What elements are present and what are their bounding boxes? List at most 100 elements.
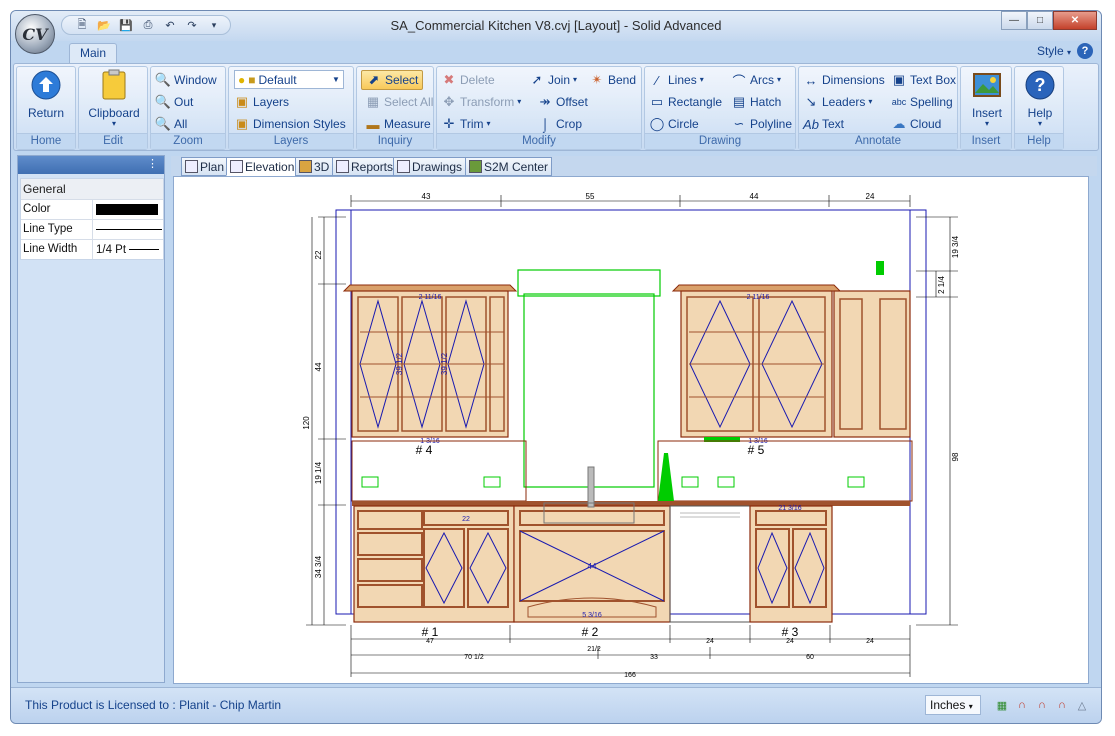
- title-bar: SA_Commercial Kitchen V8.cvj [Layout] - …: [11, 11, 1101, 41]
- line-type-value[interactable]: [93, 220, 163, 239]
- range-hood[interactable]: [517, 269, 661, 488]
- rectangle-button[interactable]: ▭ Rectangle: [649, 92, 722, 112]
- property-key: Color: [21, 200, 93, 219]
- open-folder-icon[interactable]: 📂: [94, 16, 114, 34]
- tab-reports[interactable]: Reports: [332, 157, 398, 176]
- crop-button[interactable]: ⌡ Crop: [537, 114, 582, 134]
- circle-button[interactable]: ◯ Circle: [649, 114, 699, 134]
- base-cabinet-2[interactable]: [513, 466, 671, 623]
- zoom-window-button[interactable]: 🔍 Window: [155, 70, 217, 90]
- style-menu[interactable]: Style ▾: [1037, 44, 1071, 58]
- tab-main[interactable]: Main: [69, 43, 117, 64]
- rectangle-icon: ▭: [650, 94, 664, 109]
- dim-label: 39 1/2: [395, 352, 404, 375]
- tab-label: Plan: [200, 159, 225, 174]
- zoom-all-label: All: [174, 117, 188, 131]
- close-button[interactable]: ✕: [1053, 11, 1097, 30]
- dim-label: 55: [586, 192, 595, 201]
- upper-cabinet-5[interactable]: [671, 261, 911, 442]
- chevron-down-icon: ▾: [968, 702, 973, 711]
- object-snap-icon[interactable]: ∩: [1033, 696, 1051, 714]
- clipboard-button[interactable]: Clipboard ▾: [88, 69, 140, 128]
- hatch-button[interactable]: ▤ Hatch: [731, 92, 782, 112]
- layer-dropdown[interactable]: ● ■ Default ▼: [234, 70, 344, 89]
- help-button[interactable]: ? Help ▾: [1016, 69, 1064, 128]
- transform-button[interactable]: ✥ Transform ▾: [441, 92, 522, 112]
- line-width-value[interactable]: 1/4 Pt: [93, 240, 163, 259]
- base-cabinet-3[interactable]: [749, 505, 833, 623]
- panel-grip[interactable]: ⋮: [18, 156, 164, 174]
- return-button[interactable]: Return: [22, 69, 70, 120]
- top-dimension: [350, 195, 911, 207]
- new-file-icon[interactable]: 🗎: [72, 16, 92, 34]
- property-row-color[interactable]: Color: [21, 199, 163, 219]
- help-label: Help: [1027, 106, 1053, 120]
- property-row-line-width[interactable]: Line Width 1/4 Pt: [21, 239, 163, 259]
- insert-button[interactable]: Insert ▾: [963, 69, 1011, 128]
- save-icon[interactable]: 💾: [116, 16, 136, 34]
- dim-label: 60: [806, 654, 814, 661]
- group-annotate: ↔ Dimensions ↘ Leaders ▾ Ab Text ▣ Text Box a…: [798, 66, 958, 150]
- elevation-drawing[interactable]: 43 55 44 24 22 44 19 1/4 34 3/4 120 19 3…: [174, 177, 1089, 684]
- group-help-label: Help: [1015, 133, 1063, 149]
- polyline-button[interactable]: ∽ Polyline: [731, 114, 792, 134]
- hatch-icon: ▤: [732, 94, 746, 109]
- drawing-canvas[interactable]: 43 55 44 24 22 44 19 1/4 34 3/4 120 19 3…: [173, 176, 1089, 684]
- dim-label: 166: [624, 672, 636, 679]
- spelling-button[interactable]: abc Spelling: [891, 92, 953, 112]
- help-icon[interactable]: ?: [1077, 43, 1093, 59]
- zoom-all-button[interactable]: 🔍 All: [155, 114, 187, 134]
- cabinet-label: # 3: [782, 625, 799, 639]
- print-icon[interactable]: ⎙: [138, 16, 158, 34]
- text-box-button[interactable]: ▣ Text Box: [891, 70, 956, 90]
- zoom-out-button[interactable]: 🔍 Out: [155, 92, 193, 112]
- join-button[interactable]: ➚ Join ▾: [529, 70, 577, 90]
- leaders-button[interactable]: ↘ Leaders ▾: [803, 92, 873, 112]
- group-annotate-label: Annotate: [799, 133, 957, 149]
- select-button[interactable]: ⬈ Select: [361, 70, 424, 90]
- qat-customize-icon[interactable]: ▾: [204, 16, 224, 34]
- status-bar: This Product is Licensed to : Planit - C…: [11, 687, 1101, 723]
- app-menu-button[interactable]: CV: [15, 14, 55, 54]
- cloud-button[interactable]: ☁ Cloud: [891, 114, 942, 134]
- grid-snap-icon[interactable]: ▦: [993, 696, 1011, 714]
- base-cabinet-1[interactable]: [353, 505, 515, 623]
- angle-snap-icon[interactable]: △: [1073, 696, 1091, 714]
- property-row-line-type[interactable]: Line Type: [21, 219, 163, 239]
- dimension-styles-button[interactable]: ▣ Dimension Styles: [234, 114, 346, 134]
- dim-label: 24: [706, 638, 714, 645]
- minimize-button[interactable]: —: [1001, 11, 1027, 30]
- tab-plan[interactable]: Plan: [181, 157, 229, 176]
- tab-3d[interactable]: 3D: [295, 157, 334, 176]
- tab-s2m-center[interactable]: S2M Center: [465, 157, 553, 176]
- ortho-snap-icon[interactable]: ∩: [1053, 696, 1071, 714]
- units-dropdown[interactable]: Inches ▾: [925, 695, 981, 715]
- picture-icon: [971, 69, 1003, 101]
- text-button[interactable]: Ab Text: [803, 114, 844, 134]
- layers-button[interactable]: ▣ Layers: [234, 92, 289, 112]
- trim-button[interactable]: ✛ Trim ▾: [441, 114, 491, 134]
- layers-label: Layers: [253, 95, 290, 109]
- cloud-label: Cloud: [910, 117, 942, 131]
- group-insert: Insert ▾ Insert: [960, 66, 1012, 150]
- color-swatch[interactable]: [93, 200, 163, 219]
- offset-button[interactable]: ↠ Offset: [537, 92, 588, 112]
- dimensions-button[interactable]: ↔ Dimensions: [803, 70, 885, 90]
- tab-drawings[interactable]: Drawings: [393, 157, 467, 176]
- maximize-button[interactable]: □: [1027, 11, 1053, 30]
- measure-button[interactable]: ▬ Measure: [365, 114, 431, 134]
- bend-button[interactable]: ✴ Bend: [589, 70, 636, 90]
- arcs-button[interactable]: ⌒ Arcs ▾: [731, 70, 781, 90]
- redo-icon[interactable]: ↷: [182, 16, 202, 34]
- delete-button[interactable]: ✖ Delete: [441, 70, 495, 90]
- zoom-out-label: Out: [174, 95, 194, 109]
- upper-cabinet-4[interactable]: [342, 284, 518, 438]
- outlets: [361, 476, 865, 488]
- tab-elevation[interactable]: Elevation: [226, 157, 299, 176]
- svg-text:?: ?: [1035, 75, 1046, 95]
- tab-label: S2M Center: [484, 159, 549, 174]
- snap-magnet-icon[interactable]: ∩: [1013, 696, 1031, 714]
- select-all-button[interactable]: ▦ Select All: [365, 92, 434, 112]
- undo-icon[interactable]: ↶: [160, 16, 180, 34]
- lines-button[interactable]: ⁄ Lines ▾: [649, 70, 704, 90]
